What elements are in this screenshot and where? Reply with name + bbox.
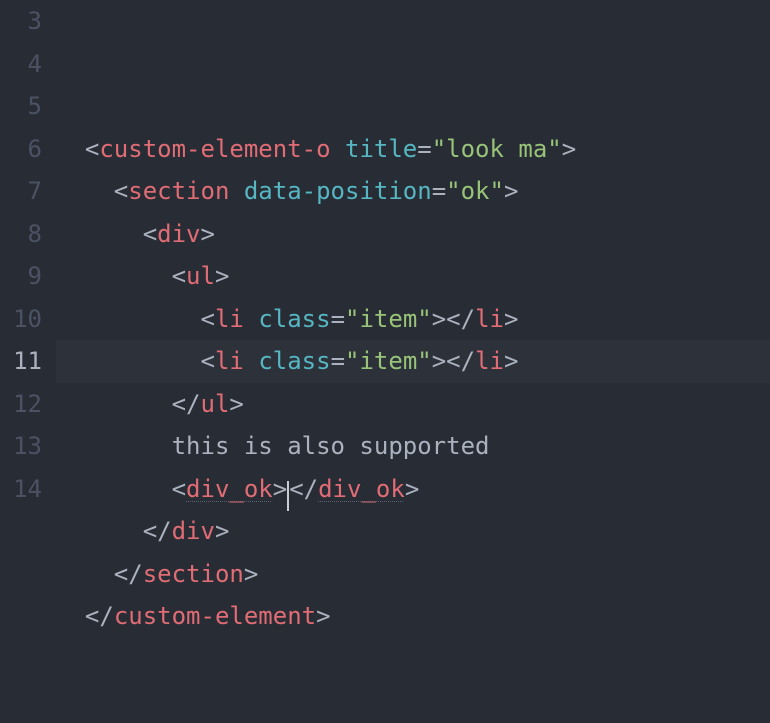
token	[244, 347, 258, 375]
token: <	[201, 305, 215, 333]
line-number: 14	[0, 468, 42, 511]
token: </	[114, 560, 143, 588]
token: "look ma"	[432, 135, 562, 163]
token: custom-element	[114, 602, 316, 630]
code-line[interactable]: <div>	[56, 213, 770, 256]
code-line[interactable]: <li class="item"></li>	[56, 298, 770, 341]
code-line[interactable]: </div>	[56, 510, 770, 553]
token: >	[273, 475, 287, 503]
token: >	[405, 475, 419, 503]
line-number: 8	[0, 213, 42, 256]
token: ></	[432, 305, 475, 333]
token: "ok"	[446, 177, 504, 205]
token: >	[215, 517, 229, 545]
token: class	[258, 347, 330, 375]
token: =	[331, 347, 345, 375]
token: </	[289, 475, 318, 503]
token: <	[172, 475, 186, 503]
line-number: 12	[0, 383, 42, 426]
line-number: 4	[0, 43, 42, 86]
text-cursor	[287, 481, 289, 511]
token: =	[432, 177, 446, 205]
token: data-position	[244, 177, 432, 205]
token: section	[143, 560, 244, 588]
token: div	[157, 220, 200, 248]
token: =	[331, 305, 345, 333]
code-line[interactable]: <div_ok></div_ok>	[56, 468, 770, 511]
token: =	[417, 135, 431, 163]
line-number: 9	[0, 255, 42, 298]
token: li	[215, 347, 244, 375]
token: >	[316, 602, 330, 630]
token: class	[258, 305, 330, 333]
line-number-gutter: 34567891011121314	[0, 0, 56, 512]
token: custom-element-o	[99, 135, 330, 163]
token: title	[345, 135, 417, 163]
token: >	[244, 560, 258, 588]
token: li	[475, 347, 504, 375]
code-editor[interactable]: 34567891011121314 <custom-element-o titl…	[0, 0, 770, 512]
line-number: 6	[0, 128, 42, 171]
token: >	[201, 220, 215, 248]
code-area[interactable]: <custom-element-o title="look ma"> <sect…	[56, 0, 770, 512]
token: div_ok	[186, 475, 273, 503]
code-line[interactable]: <ul>	[56, 255, 770, 298]
token: <	[201, 347, 215, 375]
token: section	[128, 177, 229, 205]
token: >	[229, 390, 243, 418]
token: >	[504, 347, 518, 375]
token: >	[504, 305, 518, 333]
line-number: 3	[0, 0, 42, 43]
line-number: 10	[0, 298, 42, 341]
token: ></	[432, 347, 475, 375]
code-line[interactable]: this is also supported	[56, 425, 770, 468]
code-line[interactable]: <section data-position="ok">	[56, 170, 770, 213]
token: li	[215, 305, 244, 333]
token: </	[85, 602, 114, 630]
token: </	[143, 517, 172, 545]
token: <	[172, 262, 186, 290]
token: >	[504, 177, 518, 205]
code-line[interactable]: </ul>	[56, 383, 770, 426]
token: >	[215, 262, 229, 290]
line-number: 5	[0, 85, 42, 128]
token: ul	[186, 262, 215, 290]
token: ul	[201, 390, 230, 418]
token	[244, 305, 258, 333]
line-number: 13	[0, 425, 42, 468]
token: >	[562, 135, 576, 163]
token: div_ok	[318, 475, 405, 503]
token: div	[172, 517, 215, 545]
line-number: 11	[0, 340, 42, 383]
token: li	[475, 305, 504, 333]
code-line[interactable]: </custom-element>	[56, 595, 770, 638]
token	[331, 135, 345, 163]
token: <	[85, 135, 99, 163]
line-number: 7	[0, 170, 42, 213]
code-line[interactable]: </section>	[56, 553, 770, 596]
token: "item"	[345, 305, 432, 333]
code-line[interactable]: <custom-element-o title="look ma">	[56, 128, 770, 171]
token: this is also supported	[172, 432, 490, 460]
token	[229, 177, 243, 205]
token: "item"	[345, 347, 432, 375]
token: <	[114, 177, 128, 205]
code-line[interactable]: <li class="item"></li>	[56, 340, 770, 383]
token: <	[143, 220, 157, 248]
token: </	[172, 390, 201, 418]
